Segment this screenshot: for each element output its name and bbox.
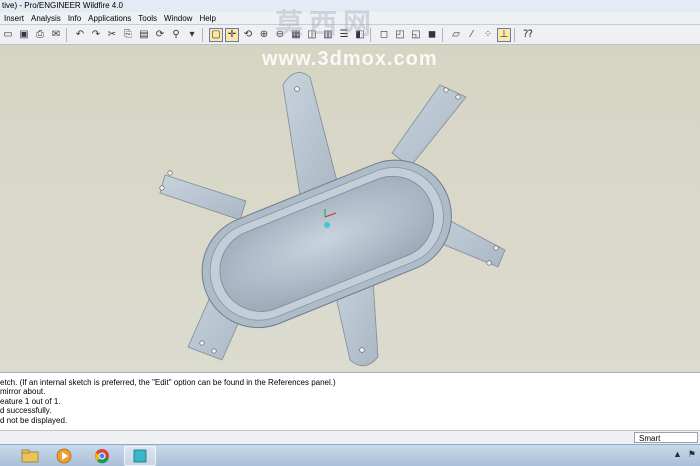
selection-filter-dropdown[interactable]: Smart: [634, 432, 698, 443]
undo-icon[interactable]: ↶: [73, 28, 87, 42]
watermark-url: www.3dmox.com: [262, 48, 438, 70]
watermark-logo-text: 莫西网: [275, 7, 378, 40]
shading-icon[interactable]: ◼: [425, 28, 439, 42]
menu-tools[interactable]: Tools: [134, 12, 160, 24]
toolbar-separator: [442, 27, 446, 42]
message-area: etch. (If an internal sketch is preferre…: [0, 372, 700, 430]
tray-flag-icon[interactable]: ⚑: [688, 449, 696, 460]
repaint-icon[interactable]: ▢: [209, 27, 223, 42]
email-icon[interactable]: ✉: [49, 28, 63, 42]
datum-planes-icon[interactable]: ▱: [449, 28, 463, 42]
select-icon[interactable]: ▾: [185, 28, 199, 42]
wireframe-icon[interactable]: ◻: [377, 28, 391, 42]
windows-taskbar: ▲ ⚑: [0, 444, 700, 466]
media-player-icon[interactable]: [48, 446, 80, 466]
toolbar-separator: [66, 27, 70, 42]
window-title: tive) - Pro/ENGINEER Wildfire 4.0: [2, 1, 123, 10]
csys-icon[interactable]: ⊥: [497, 27, 511, 42]
datum-points-icon[interactable]: ⁘: [481, 28, 495, 42]
mounting-arm-top-right: [391, 84, 467, 168]
menu-applications[interactable]: Applications: [84, 12, 134, 24]
paste-icon[interactable]: ▤: [137, 28, 151, 42]
datum-axes-icon[interactable]: ⁄: [465, 28, 479, 42]
menu-info[interactable]: Info: [64, 12, 84, 24]
status-bar: Smart: [0, 430, 700, 444]
message-line: eature 1 out of 1.: [0, 396, 61, 406]
file-explorer-icon[interactable]: [14, 446, 46, 466]
redo-icon[interactable]: ↷: [89, 28, 103, 42]
model-view: [159, 72, 506, 367]
menu-insert[interactable]: Insert: [0, 12, 27, 24]
message-line: d successfully.: [0, 406, 52, 416]
graphics-window[interactable]: [0, 45, 700, 371]
chrome-icon[interactable]: [86, 446, 118, 466]
print-icon[interactable]: ⎙: [33, 28, 47, 42]
regenerate-icon[interactable]: ⟳: [153, 28, 167, 42]
find-icon[interactable]: ⚲: [169, 28, 183, 42]
system-tray: ▲ ⚑: [673, 449, 696, 460]
toolbar-separator: [202, 27, 206, 42]
no-hidden-icon[interactable]: ◱: [409, 28, 423, 42]
tray-arrow-icon[interactable]: ▲: [673, 449, 682, 460]
open-folder-icon[interactable]: ▭: [1, 28, 15, 42]
spin-center-icon[interactable]: ✛: [225, 27, 239, 42]
message-line: d not be displayed.: [0, 415, 68, 425]
mounting-arm-left: [159, 170, 247, 221]
hidden-line-icon[interactable]: ◰: [393, 28, 407, 42]
context-help-icon[interactable]: ⁇: [521, 28, 535, 42]
mounting-arm-top: [282, 72, 339, 196]
zoom-in-icon[interactable]: ⊕: [257, 28, 271, 42]
orient-icon[interactable]: ⟲: [241, 28, 255, 42]
proengineer-icon[interactable]: [124, 446, 156, 466]
message-line: mirror about.: [0, 387, 46, 397]
menu-analysis[interactable]: Analysis: [27, 12, 64, 24]
copy-icon[interactable]: ⎘: [121, 28, 135, 42]
menu-help[interactable]: Help: [195, 12, 218, 24]
menu-window[interactable]: Window: [160, 12, 195, 24]
message-line: etch. (If an internal sketch is preferre…: [0, 378, 336, 387]
cut-icon[interactable]: ✂: [105, 28, 119, 42]
toolbar-separator: [514, 27, 518, 42]
save-icon[interactable]: ▣: [17, 28, 31, 42]
